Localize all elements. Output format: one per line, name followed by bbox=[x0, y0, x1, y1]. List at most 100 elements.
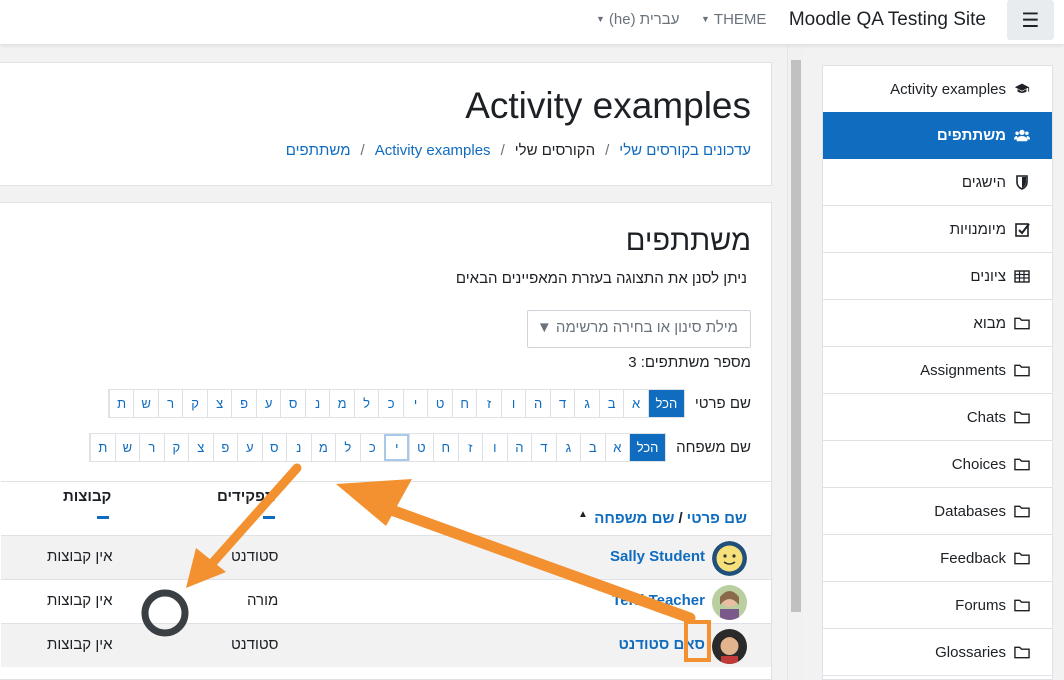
initial-letter[interactable]: ז bbox=[457, 433, 483, 461]
initial-letter[interactable]: ל bbox=[353, 389, 379, 417]
drawer-item-assignments[interactable]: Assignments bbox=[823, 347, 1052, 394]
initial-all[interactable]: הכל bbox=[629, 433, 666, 461]
language-label: עברית (he) bbox=[608, 11, 680, 28]
initial-letter[interactable]: ר bbox=[157, 389, 183, 417]
drawer-item-badges[interactable]: הישגים bbox=[823, 159, 1052, 206]
initial-letter[interactable]: ק bbox=[182, 389, 207, 417]
initial-letter[interactable]: מ bbox=[310, 433, 336, 461]
page-header: Activity examples עדכונים בקורסים שלי/הק… bbox=[0, 62, 772, 186]
drawer-item-label: Forums bbox=[955, 596, 1006, 614]
initial-letter[interactable]: ר bbox=[139, 433, 164, 461]
initial-all[interactable]: הכל bbox=[647, 389, 684, 417]
initial-letter[interactable]: ו bbox=[500, 389, 526, 417]
folder-icon bbox=[1014, 409, 1030, 425]
sort-first-name[interactable]: שם פרטי bbox=[687, 510, 747, 527]
drawer-item-feedback[interactable]: Feedback bbox=[823, 535, 1052, 582]
initial-letter[interactable]: ט bbox=[408, 433, 434, 461]
initial-letter[interactable]: ש bbox=[114, 433, 140, 461]
initial-letter[interactable]: ל bbox=[335, 433, 360, 461]
initial-letter[interactable]: מ bbox=[329, 389, 354, 417]
initial-letter[interactable]: ס bbox=[261, 433, 287, 461]
table-row: Terri Teacher מורה אין קבוצות bbox=[1, 579, 771, 623]
initial-letter[interactable]: ח bbox=[451, 389, 477, 417]
drawer-item-grades[interactable]: ציונים bbox=[823, 253, 1052, 300]
collapse-roles-icon[interactable] bbox=[263, 516, 275, 519]
initial-letter[interactable]: ע bbox=[237, 433, 262, 461]
initial-letter[interactable]: ת bbox=[108, 389, 134, 417]
initial-letter[interactable]: כ bbox=[359, 433, 385, 461]
participant-groups: אין קבוצות bbox=[47, 592, 113, 609]
participant-name[interactable]: Sally Student bbox=[610, 548, 705, 565]
breadcrumb-my-courses: הקורסים שלי bbox=[514, 142, 596, 159]
table-row: Sally Student סטודנט אין קבוצות bbox=[1, 535, 771, 579]
initial-letter[interactable]: ט bbox=[427, 389, 452, 417]
drawer-item-label: מבוא bbox=[973, 314, 1006, 332]
initial-letter[interactable]: ח bbox=[433, 433, 458, 461]
initial-letter[interactable]: א bbox=[623, 389, 648, 417]
graduation-cap-icon bbox=[1014, 81, 1030, 97]
drawer-item-choices[interactable]: Choices bbox=[823, 441, 1052, 488]
drawer-item-chats[interactable]: Chats bbox=[823, 394, 1052, 441]
filter-input[interactable]: מילת סינון או בחירה מרשימה ▼ bbox=[527, 310, 751, 348]
drawer-item-course[interactable]: Activity examples bbox=[823, 66, 1052, 113]
initial-letter[interactable]: י bbox=[402, 389, 428, 417]
initial-letter[interactable]: ת bbox=[90, 433, 115, 461]
initial-letter[interactable]: כ bbox=[378, 389, 403, 417]
initial-letter[interactable]: ס bbox=[280, 389, 305, 417]
drawer-item-participants[interactable]: משתתפים bbox=[823, 112, 1052, 159]
initial-letter[interactable]: נ bbox=[286, 433, 311, 461]
initial-letter[interactable]: ד bbox=[531, 433, 556, 461]
page-title: Activity examples bbox=[465, 85, 751, 126]
breadcrumb-course[interactable]: Activity examples bbox=[375, 142, 491, 159]
drawer-item-label: Activity examples bbox=[890, 80, 1006, 98]
site-name[interactable]: Moodle QA Testing Site bbox=[789, 9, 986, 31]
collapse-groups-icon[interactable] bbox=[97, 516, 109, 519]
drawer-item-intro[interactable]: מבוא bbox=[823, 300, 1052, 347]
initial-letter[interactable]: ו bbox=[482, 433, 507, 461]
language-menu[interactable]: עברית (he)▼ bbox=[592, 11, 679, 28]
initial-letter[interactable]: ה bbox=[506, 433, 532, 461]
drawer-item-databases[interactable]: Databases bbox=[823, 488, 1052, 535]
avatar[interactable] bbox=[712, 585, 747, 620]
initial-letter[interactable]: צ bbox=[188, 433, 213, 461]
theme-menu[interactable]: ▼ THEME bbox=[697, 11, 766, 28]
participant-name[interactable]: סאם סטודנט bbox=[618, 636, 705, 653]
avatar[interactable] bbox=[712, 541, 747, 576]
caret-down-icon: ▼ bbox=[596, 14, 605, 24]
initial-letter[interactable]: פ bbox=[231, 389, 256, 417]
initial-letter[interactable]: צ bbox=[206, 389, 232, 417]
initial-letter[interactable]: ע bbox=[255, 389, 281, 417]
initial-letter[interactable]: ב bbox=[580, 433, 605, 461]
initial-letter[interactable]: ג bbox=[555, 433, 581, 461]
initial-letter[interactable]: ד bbox=[549, 389, 575, 417]
initial-letter[interactable]: י bbox=[384, 433, 409, 461]
page-scrollbar[interactable] bbox=[787, 44, 803, 680]
initial-letter[interactable]: א bbox=[604, 433, 630, 461]
drawer-item-glossaries[interactable]: Glossaries bbox=[823, 629, 1052, 676]
initial-letter[interactable]: ב bbox=[598, 389, 624, 417]
initial-letter[interactable]: פ bbox=[212, 433, 238, 461]
drawer-item-label: Choices bbox=[951, 455, 1006, 473]
filter-hint: ניתן לסנן את התצוגה בעזרת המאפיינים הבאי… bbox=[455, 270, 747, 287]
initial-letter[interactable]: ש bbox=[133, 389, 158, 417]
scrollbar-thumb[interactable] bbox=[791, 60, 801, 612]
folder-icon bbox=[1014, 315, 1030, 331]
avatar[interactable] bbox=[712, 629, 747, 664]
drawer-toggle-button[interactable]: ☰ bbox=[1007, 0, 1054, 40]
folder-icon bbox=[1014, 597, 1030, 613]
initial-letter[interactable]: ז bbox=[476, 389, 501, 417]
initial-letter[interactable]: ק bbox=[163, 433, 189, 461]
participant-name[interactable]: Terri Teacher bbox=[612, 592, 705, 609]
drawer-item-competencies[interactable]: מיומנויות bbox=[823, 206, 1052, 253]
initial-letter[interactable]: נ bbox=[304, 389, 330, 417]
drawer-item-forums[interactable]: Forums bbox=[823, 582, 1052, 629]
initial-letter[interactable]: ה bbox=[525, 389, 550, 417]
folder-icon bbox=[1014, 644, 1030, 660]
participant-role: מורה bbox=[247, 592, 279, 609]
sort-last-name[interactable]: שם משפחה bbox=[594, 510, 674, 527]
caret-down-icon: ▼ bbox=[701, 14, 710, 24]
initial-letter[interactable]: ג bbox=[574, 389, 599, 417]
breadcrumb-participants[interactable]: משתתפים bbox=[286, 142, 351, 159]
breadcrumb-dashboard[interactable]: עדכונים בקורסים שלי bbox=[619, 142, 751, 159]
folder-icon bbox=[1014, 362, 1030, 378]
